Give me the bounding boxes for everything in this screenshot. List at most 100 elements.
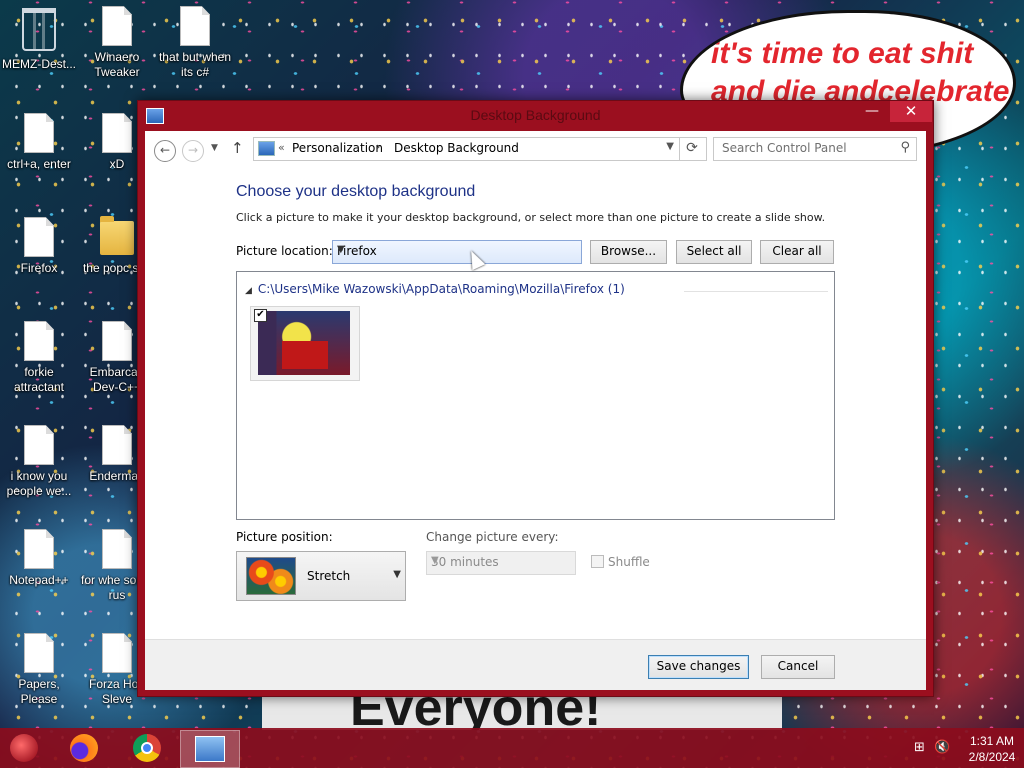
desktop-icon-label: ctrl+a, enter <box>7 157 71 171</box>
file-icon <box>102 6 132 46</box>
file-icon <box>102 425 132 465</box>
picture-location-label: Picture location: <box>236 244 333 258</box>
shuffle-label: Shuffle <box>608 555 650 569</box>
search-icon[interactable]: ⚲ <box>900 140 910 155</box>
network-icon[interactable]: ⊞ <box>914 740 925 755</box>
breadcrumb-desktop-background[interactable]: Desktop Background <box>394 141 519 155</box>
start-orb-icon <box>10 734 38 762</box>
file-icon <box>24 529 54 569</box>
window-title: Desktop Background <box>470 107 601 123</box>
search-input[interactable] <box>714 138 887 158</box>
picture-position-preview <box>246 557 296 595</box>
file-icon <box>24 425 54 465</box>
desktop-icon-label: Notepad++ <box>9 573 69 587</box>
navigation-bar: ← → ▼ ↑ « Personalization › Desktop Back… <box>145 131 926 169</box>
address-dropdown-icon[interactable]: ▼ <box>666 141 674 152</box>
desktop-icon-label: forkie attractant <box>13 365 65 394</box>
picture-location-dropdown[interactable]: Firefox ▼ <box>332 240 582 264</box>
desktop-icon[interactable]: that but when its c# <box>156 6 234 80</box>
collapse-triangle-icon[interactable]: ◢ <box>245 286 252 296</box>
chevron-down-icon: ▼ <box>431 555 439 566</box>
thumbnail-image <box>258 311 350 375</box>
save-changes-button[interactable]: Save changes <box>648 655 749 679</box>
bubble-line-1: it's time to eat shit <box>711 37 974 70</box>
desktop-icon-label: Papers, Please <box>18 677 60 706</box>
taskbar-control-panel[interactable] <box>180 730 240 768</box>
file-icon <box>102 321 132 361</box>
desktop-icon-label: i know you people we... <box>6 469 72 498</box>
desktop-icon[interactable]: MEMZ-Dest... <box>0 6 78 72</box>
dialog-footer: Save changes Cancel <box>145 639 926 690</box>
forward-arrow-icon[interactable]: → <box>182 140 204 162</box>
title-bar[interactable]: Desktop Background — ✕ <box>138 101 933 131</box>
system-tray: ⊞ 🔇 1:31 AM 2/8/2024 <box>884 728 1024 768</box>
clock-date: 2/8/2024 <box>968 750 1016 764</box>
volume-muted-icon[interactable]: 🔇 <box>934 740 950 755</box>
taskbar: ⊞ 🔇 1:31 AM 2/8/2024 <box>0 728 1024 768</box>
breadcrumb-separator-icon[interactable]: › <box>376 140 380 153</box>
file-icon <box>24 113 54 153</box>
cancel-button[interactable]: Cancel <box>761 655 835 679</box>
page-title: Choose your desktop background <box>236 183 476 200</box>
search-box: ⚲ <box>713 137 917 161</box>
file-icon <box>102 633 132 673</box>
recent-locations-chevron-icon[interactable]: ▼ <box>211 143 218 153</box>
chevron-down-icon: ▼ <box>337 244 345 255</box>
file-icon <box>24 633 54 673</box>
clock-time: 1:31 AM <box>969 734 1015 748</box>
file-icon <box>24 217 54 257</box>
taskbar-firefox[interactable] <box>60 730 110 766</box>
picture-gallery[interactable]: ◢ C:\Users\Mike Wazowski\AppData\Roaming\… <box>236 271 835 520</box>
taskbar-chrome[interactable] <box>122 730 172 766</box>
back-arrow-icon[interactable]: ← <box>154 140 176 162</box>
gallery-group-header[interactable]: ◢ C:\Users\Mike Wazowski\AppData\Roaming\… <box>245 282 625 296</box>
shuffle-checkbox-box[interactable] <box>591 555 604 568</box>
control-panel-icon <box>195 736 225 762</box>
address-bar[interactable]: « Personalization › Desktop Background ▼ <box>253 137 707 161</box>
thumbnail-checkbox[interactable]: ✔ <box>254 309 267 322</box>
clock[interactable]: 1:31 AM 2/8/2024 <box>964 733 1020 765</box>
desktop-icon-label: Winaero Tweaker <box>94 50 140 79</box>
recycle-bin-icon <box>22 8 56 51</box>
desktop-icon[interactable]: Papers, Please <box>0 633 78 707</box>
picture-position-label: Picture position: <box>236 530 333 544</box>
gallery-group-path: C:\Users\Mike Wazowski\AppData\Roaming\M… <box>257 282 625 296</box>
browse-button[interactable]: Browse... <box>590 240 667 264</box>
chrome-icon <box>133 734 161 762</box>
start-button[interactable] <box>0 730 50 766</box>
clear-all-button[interactable]: Clear all <box>760 240 834 264</box>
change-picture-label: Change picture every: <box>426 530 559 544</box>
picture-position-value: Stretch <box>307 569 351 583</box>
control-panel-icon <box>258 141 275 156</box>
desktop-background-window: Desktop Background — ✕ ← → ▼ ↑ « Persona… <box>137 100 934 697</box>
firefox-icon <box>70 734 98 762</box>
desktop-icon-label: that but when its c# <box>158 50 232 79</box>
close-button[interactable]: ✕ <box>890 101 932 122</box>
desktop-icon[interactable]: i know you people we... <box>0 425 78 499</box>
chevron-down-icon: ▼ <box>393 569 401 580</box>
desktop-icon[interactable]: Firefox <box>0 217 78 276</box>
desktop-icon[interactable]: ctrl+a, enter <box>0 113 78 172</box>
select-all-button[interactable]: Select all <box>676 240 752 264</box>
folder-icon <box>100 216 134 255</box>
picture-position-dropdown[interactable]: Stretch ▼ <box>236 551 406 601</box>
desktop-icon[interactable]: Winaero Tweaker <box>78 6 156 80</box>
minimize-button[interactable]: — <box>858 101 886 122</box>
change-picture-dropdown[interactable]: 30 minutes ▼ <box>426 551 576 575</box>
picture-thumbnail[interactable]: ✔ <box>250 306 360 381</box>
page-description: Click a picture to make it your desktop … <box>236 211 826 224</box>
desktop-icon[interactable]: Notepad++ <box>0 529 78 588</box>
desktop-icon-label: Firefox <box>20 261 58 275</box>
refresh-icon[interactable]: ⟳ <box>679 137 704 161</box>
up-arrow-icon[interactable]: ↑ <box>231 139 244 157</box>
shuffle-checkbox[interactable]: Shuffle <box>591 555 650 569</box>
breadcrumb-overflow-icon[interactable]: « <box>278 141 285 154</box>
desktop-icon[interactable]: forkie attractant <box>0 321 78 395</box>
breadcrumb-personalization[interactable]: Personalization <box>292 141 383 155</box>
file-icon <box>102 113 132 153</box>
file-icon <box>24 321 54 361</box>
group-divider <box>684 291 828 292</box>
file-icon <box>180 6 210 46</box>
desktop-icon-label: MEMZ-Dest... <box>2 57 76 71</box>
file-icon <box>102 529 132 569</box>
